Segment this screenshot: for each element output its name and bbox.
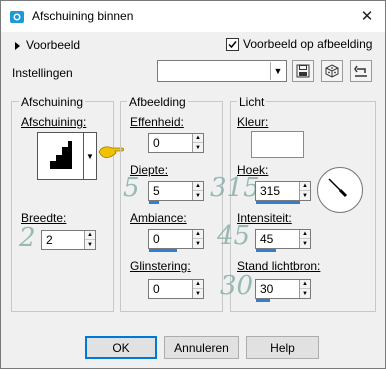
smoothness-label: Effenheid: xyxy=(130,115,184,129)
spin-up-icon[interactable]: ▲ xyxy=(300,230,310,239)
depth-slider[interactable] xyxy=(149,201,159,204)
spin-down-icon[interactable]: ▼ xyxy=(300,239,310,248)
preview-on-image-label: Voorbeeld op afbeelding xyxy=(243,37,373,51)
reset-button[interactable] xyxy=(350,60,372,82)
depth-value[interactable]: 5 xyxy=(153,184,160,198)
annotation-depth: 5 xyxy=(123,173,140,203)
randomize-button[interactable] xyxy=(321,60,343,82)
reset-arrow-icon xyxy=(354,65,367,77)
elevation-slider[interactable] xyxy=(256,299,270,302)
depth-spinner[interactable]: 5 ▲ ▼ xyxy=(148,181,204,201)
spin-up-icon[interactable]: ▲ xyxy=(85,231,95,240)
shininess-value[interactable]: 0 xyxy=(153,282,160,296)
spin-up-icon[interactable]: ▲ xyxy=(193,230,203,239)
spin-down-icon[interactable]: ▼ xyxy=(300,191,310,200)
width-spinner[interactable]: 2 ▲ ▼ xyxy=(41,230,96,250)
spin-down-icon[interactable]: ▼ xyxy=(193,143,203,152)
spin-up-icon[interactable]: ▲ xyxy=(300,182,310,191)
annotation-angle: 315 xyxy=(210,173,260,203)
spin-up-icon[interactable]: ▲ xyxy=(193,134,203,143)
window-title: Afschuining binnen xyxy=(32,9,134,23)
ambience-value[interactable]: 0 xyxy=(153,232,160,246)
title-bar: Afschuining binnen ✕ xyxy=(1,1,385,32)
annotation-elevation: 30 xyxy=(220,271,254,301)
spin-down-icon[interactable]: ▼ xyxy=(193,239,203,248)
spin-down-icon[interactable]: ▼ xyxy=(300,289,310,298)
save-preset-button[interactable] xyxy=(292,60,314,82)
bevel-group-title: Afschuining xyxy=(19,95,86,109)
spinner-buttons[interactable]: ▲ ▼ xyxy=(192,182,203,200)
ambience-spinner[interactable]: 0 ▲ ▼ xyxy=(148,229,204,249)
spinner-buttons[interactable]: ▲ ▼ xyxy=(192,280,203,298)
shininess-label: Glinstering: xyxy=(130,259,191,273)
bevel-dropdown-arrow-icon[interactable]: ▼ xyxy=(83,133,96,179)
angle-dial[interactable] xyxy=(317,167,363,213)
spin-up-icon[interactable]: ▲ xyxy=(193,280,203,289)
angle-value[interactable]: 315 xyxy=(260,184,280,198)
spin-down-icon[interactable]: ▼ xyxy=(193,191,203,200)
checkbox-checked-icon[interactable] xyxy=(226,37,239,51)
annotation-intensity: 45 xyxy=(217,221,251,251)
light-group-title: Licht xyxy=(237,95,267,109)
light-color-swatch[interactable] xyxy=(251,131,304,158)
elevation-value[interactable]: 30 xyxy=(260,282,273,296)
dial-needle-icon xyxy=(328,178,348,198)
angle-spinner[interactable]: 315 ▲ ▼ xyxy=(255,181,311,201)
intensity-value[interactable]: 45 xyxy=(260,232,273,246)
dialog-window: Afschuining binnen ✕ Voorbeeld Voorbeeld… xyxy=(0,0,386,369)
smoothness-value[interactable]: 0 xyxy=(153,136,160,150)
close-button[interactable]: ✕ xyxy=(353,5,381,27)
spinner-buttons[interactable]: ▲ ▼ xyxy=(192,134,203,152)
spinner-buttons[interactable]: ▲ ▼ xyxy=(299,280,310,298)
smoothness-spinner[interactable]: 0 ▲ ▼ xyxy=(148,133,204,153)
spinner-buttons[interactable]: ▲ ▼ xyxy=(84,231,95,249)
width-value[interactable]: 2 xyxy=(46,233,53,247)
settings-label: Instellingen xyxy=(12,66,73,80)
spin-down-icon[interactable]: ▼ xyxy=(193,289,203,298)
spinner-buttons[interactable]: ▲ ▼ xyxy=(299,230,310,248)
expand-triangle-icon xyxy=(15,41,20,50)
cancel-button[interactable]: Annuleren xyxy=(164,336,239,359)
dice-icon xyxy=(325,64,339,78)
intensity-spinner[interactable]: 45 ▲ ▼ xyxy=(255,229,311,249)
shininess-spinner[interactable]: 0 ▲ ▼ xyxy=(148,279,204,299)
preview-label: Voorbeeld xyxy=(26,38,81,52)
bevel-shape-icon xyxy=(50,141,72,169)
annotation-width: 2 xyxy=(19,223,36,253)
preview-on-image-checkbox[interactable]: Voorbeeld op afbeelding xyxy=(226,37,372,51)
bevel-label: Afschuining: xyxy=(21,115,87,129)
spin-down-icon[interactable]: ▼ xyxy=(85,240,95,249)
ok-button[interactable]: OK xyxy=(85,336,157,359)
app-icon xyxy=(9,9,25,25)
spin-up-icon[interactable]: ▲ xyxy=(193,182,203,191)
ambience-label: Ambiance: xyxy=(130,211,187,225)
spinner-buttons[interactable]: ▲ ▼ xyxy=(299,182,310,200)
ambience-slider[interactable] xyxy=(149,249,177,252)
chevron-down-icon[interactable]: ▼ xyxy=(270,62,285,80)
image-group-title: Afbeelding xyxy=(127,95,188,109)
bevel-shape-selector[interactable]: ▼ xyxy=(37,132,97,180)
spinner-buttons[interactable]: ▲ ▼ xyxy=(192,230,203,248)
help-button[interactable]: Help xyxy=(246,336,319,359)
elevation-spinner[interactable]: 30 ▲ ▼ xyxy=(255,279,311,299)
spin-up-icon[interactable]: ▲ xyxy=(300,280,310,289)
angle-slider[interactable] xyxy=(256,201,300,204)
floppy-disk-icon xyxy=(296,64,310,78)
preview-toggle[interactable]: Voorbeeld xyxy=(15,38,80,52)
color-label: Kleur: xyxy=(237,115,269,129)
intensity-slider[interactable] xyxy=(256,249,276,252)
preset-dropdown[interactable]: ▼ xyxy=(157,60,287,82)
